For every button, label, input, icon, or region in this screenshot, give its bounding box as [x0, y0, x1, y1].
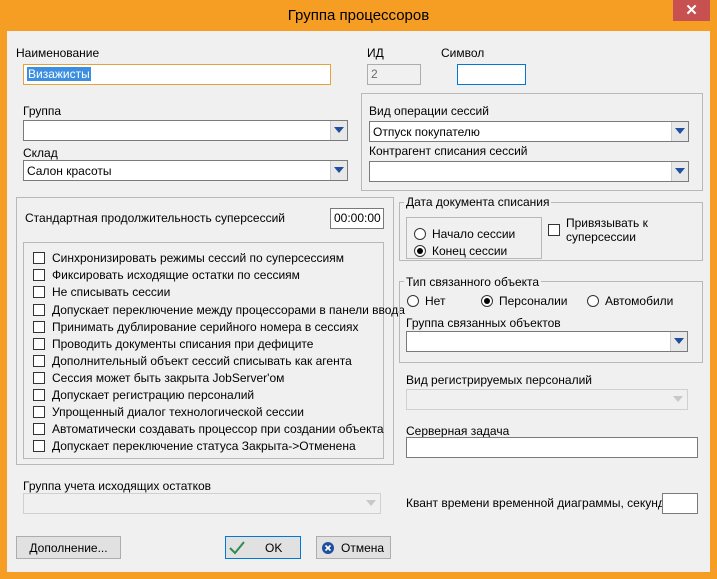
linked-group-combo[interactable] [406, 331, 688, 352]
radio-button[interactable] [587, 294, 599, 307]
reg-persons-combo [406, 389, 688, 410]
checkbox[interactable] [33, 337, 45, 350]
chevron-down-icon[interactable] [671, 122, 688, 141]
name-label: Наименование [16, 46, 100, 60]
chevron-down-icon [363, 494, 380, 513]
cancel-button[interactable]: Отмена [316, 536, 391, 559]
more-button[interactable]: Дополнение... [16, 536, 121, 559]
linked-group-label: Группа связанных объектов [406, 316, 561, 330]
symbol-field[interactable] [457, 64, 526, 85]
checkbox[interactable] [33, 422, 45, 435]
checkbox[interactable] [33, 320, 45, 333]
window-title: Группа процессоров [287, 7, 430, 24]
checkbox[interactable] [33, 371, 45, 384]
checkbox[interactable] [33, 303, 45, 316]
radio-button[interactable] [481, 294, 493, 307]
writeoff-date-title: Дата документа списания [404, 195, 552, 209]
quantum-field[interactable] [662, 493, 698, 514]
flag-duplicate-serial[interactable]: Принимать дублирование серийного номера … [33, 318, 359, 335]
warehouse-value: Салон красоты [27, 164, 112, 178]
std-duration-field[interactable]: 00:00:00 [330, 208, 384, 229]
flag-simple-dialog[interactable]: Упрощенный диалог технологической сессии [33, 403, 304, 420]
server-task-field[interactable] [406, 437, 698, 458]
counterparty-label: Контрагент списания сессий [369, 144, 528, 158]
chevron-down-icon[interactable] [330, 161, 347, 180]
close-button[interactable]: ✕ [673, 0, 710, 21]
title-bar[interactable]: Группа процессоров ✕ [0, 0, 717, 31]
reg-persons-label: Вид регистрируемых персоналий [406, 373, 592, 387]
session-op-label: Вид операции сессий [369, 104, 489, 118]
checkbox[interactable] [33, 405, 45, 418]
flag-auto-create[interactable]: Автоматически создавать процессор при со… [33, 420, 384, 437]
server-task-label: Серверная задача [406, 424, 510, 438]
flag-no-writeoff[interactable]: Не списывать сессии [33, 283, 170, 300]
group-label: Группа [23, 104, 62, 118]
checkbox[interactable] [33, 354, 45, 367]
name-field[interactable]: Визажисты [23, 64, 331, 85]
id-label: ИД [367, 46, 384, 60]
counterparty-combo[interactable] [369, 161, 689, 182]
checkbox[interactable] [33, 251, 45, 264]
ok-button[interactable]: OK [225, 536, 301, 559]
flag-switch-processors[interactable]: Допускает переключение между процессорам… [33, 301, 405, 318]
linked-type-title: Тип связанного объекта [404, 275, 542, 289]
radio-linked-persons[interactable]: Персоналии [481, 292, 568, 309]
check-icon [229, 540, 245, 554]
session-op-combo[interactable]: Отпуск покупателю [369, 121, 689, 142]
flag-sync-modes[interactable]: Синхронизировать режимы сессий по суперс… [33, 249, 344, 266]
dialog-body: Наименование Визажисты ИД 2 Символ Групп… [7, 31, 710, 572]
warehouse-label: Склад [23, 146, 58, 160]
session-op-value: Отпуск покупателю [373, 125, 480, 139]
outgoing-group-label: Группа учета исходящих остатков [23, 479, 212, 493]
flag-post-on-deficit[interactable]: Проводить документы списания при дефицит… [33, 335, 313, 352]
radio-session-end[interactable]: Конец сессии [414, 242, 507, 259]
flag-closed-to-cancelled[interactable]: Допускает переключение статуса Закрыта->… [33, 437, 356, 454]
std-duration-label: Стандартная продолжительность суперсесси… [25, 211, 285, 225]
radio-button[interactable] [407, 294, 419, 307]
flag-jobserver-close[interactable]: Сессия может быть закрыта JobServer'ом [33, 369, 284, 386]
dialog-window: Группа процессоров ✕ Наименование Визажи… [0, 0, 717, 579]
chevron-down-icon[interactable] [330, 121, 347, 140]
flag-agent-writeoff[interactable]: Дополнительный объект сессий списывать к… [33, 352, 352, 369]
radio-button[interactable] [414, 227, 426, 240]
quantum-label: Квант времени временной диаграммы, секун… [406, 496, 665, 510]
flags-list: Синхронизировать режимы сессий по суперс… [23, 242, 405, 459]
flag-fix-remains[interactable]: Фиксировать исходящие остатки по сессиям [33, 266, 300, 283]
checkbox[interactable] [33, 439, 45, 452]
group-combo[interactable] [23, 120, 348, 141]
chevron-down-icon [670, 390, 687, 409]
radio-button[interactable] [414, 244, 426, 257]
checkbox[interactable] [33, 388, 45, 401]
cancel-icon [322, 541, 334, 554]
checkbox[interactable] [548, 224, 560, 236]
chevron-down-icon[interactable] [670, 332, 687, 351]
flag-register-persons[interactable]: Допускает регистрацию персоналий [33, 386, 254, 403]
radio-linked-cars[interactable]: Автомобили [587, 292, 673, 309]
radio-session-start[interactable]: Начало сессии [414, 225, 515, 242]
id-field: 2 [367, 64, 421, 85]
checkbox[interactable] [33, 268, 45, 281]
warehouse-combo[interactable]: Салон красоты [23, 160, 348, 181]
symbol-label: Символ [441, 46, 485, 60]
checkbox[interactable] [33, 285, 45, 298]
radio-linked-none[interactable]: Нет [407, 292, 445, 309]
outgoing-group-combo [23, 493, 381, 514]
name-value: Визажисты [27, 67, 91, 81]
chevron-down-icon[interactable] [671, 162, 688, 181]
